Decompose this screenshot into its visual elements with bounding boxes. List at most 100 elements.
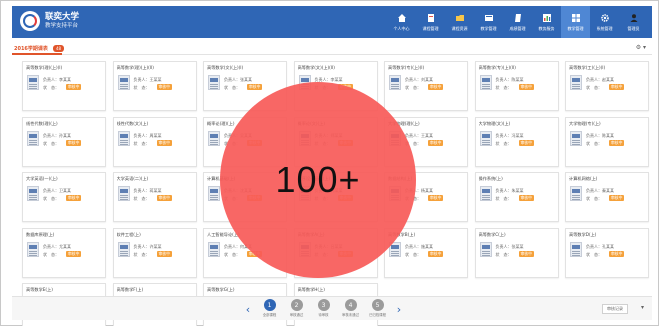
course-title[interactable]: 高等数学F(上) xyxy=(117,287,195,293)
nav-item-5[interactable]: 成绩管理 xyxy=(503,6,532,38)
status-label: 状 态： xyxy=(133,251,150,257)
nav-item-9[interactable]: 管理员 xyxy=(619,6,648,38)
course-card[interactable]: 大学物理(专)(上) 负责人：陈某某状 态： 审核中 xyxy=(565,116,649,167)
course-thumbnail xyxy=(117,241,130,257)
course-title[interactable]: 大学英语(一)(上) xyxy=(26,176,104,182)
chevron-down-icon[interactable]: ▾ xyxy=(641,304,644,311)
next-page-button[interactable]: › xyxy=(391,301,407,317)
course-card[interactable]: 操作系统(上) 负责人：朱某某状 态： 审核中 xyxy=(474,172,559,222)
course-owner: 负责人：朱某某 xyxy=(495,188,524,193)
nav-item-8[interactable]: 系统管理 xyxy=(590,6,619,38)
nav-item-6[interactable]: 教务服务 xyxy=(532,6,561,38)
course-title[interactable]: 计算机网络(上) xyxy=(569,176,647,182)
nav-item-4[interactable]: 教学管理 xyxy=(474,6,503,38)
course-card[interactable]: 线性代数(理)(上) 负责人：孙某某状 态： 审核中 xyxy=(22,116,106,167)
course-card[interactable]: 大学英语(一)(上) 负责人：卫某某状 态： 审核中 xyxy=(22,172,106,222)
tab-count-badge: 48 xyxy=(53,45,65,52)
course-card[interactable]: 数据库原理(上) 负责人：尤某某状 态： 审核中 xyxy=(22,227,106,278)
page-step-3[interactable]: 3 待审核 xyxy=(310,299,337,317)
status-badge: 审核中 xyxy=(66,139,82,146)
home-icon xyxy=(397,13,407,23)
course-title[interactable]: 大学物理(文)(上) xyxy=(479,121,557,127)
nav-item-3[interactable]: 课程资源 xyxy=(445,6,474,38)
status-label: 状 态： xyxy=(495,140,512,146)
course-title[interactable]: 高等数学H(上) xyxy=(298,287,376,293)
tab-current-term[interactable]: 2016学期课表 xyxy=(14,45,48,52)
course-thumbnail xyxy=(389,75,401,90)
filter-button[interactable]: 审核记录 xyxy=(602,304,628,314)
status-label: 状 态： xyxy=(586,196,602,201)
course-title[interactable]: 高等数学(工)(上)(I) xyxy=(569,65,647,71)
previous-page-button[interactable]: ‹ xyxy=(240,301,256,317)
course-title[interactable]: 高等数学G(上) xyxy=(207,287,285,293)
course-owner: 负责人：王某某 xyxy=(133,77,162,82)
page-step-1[interactable]: 1 全部课程 xyxy=(256,299,283,317)
status-label: 状 态： xyxy=(586,140,602,146)
page-step-2[interactable]: 2 审核通过 xyxy=(283,299,310,317)
course-title[interactable]: 软件工程(上) xyxy=(117,232,195,238)
course-title[interactable]: 高等数学(专)(上)(I) xyxy=(388,65,466,71)
board-icon xyxy=(484,13,494,23)
page-label: 审核通过 xyxy=(289,313,304,317)
course-card[interactable]: 高等数学(工)(上)(I) 负责人：赵某某状 态： 审核中 xyxy=(565,61,649,111)
page-label: 待审核 xyxy=(318,313,329,317)
course-card[interactable]: 计算机网络(上) 负责人：秦某某状 态： 审核中 xyxy=(565,172,649,222)
course-card[interactable]: 线性代数(文)(上) 负责人：周某某状 态： 审核中 xyxy=(112,116,197,167)
nav-item-1[interactable]: 个人中心 xyxy=(387,6,416,38)
status-badge: 审核中 xyxy=(66,250,82,257)
course-card[interactable]: 大学英语(二)(上) 负责人：蒋某某状 态： 审核中 xyxy=(112,172,197,222)
course-owner: 负责人：周某某 xyxy=(133,132,162,138)
course-title[interactable]: 高等数学E(上) xyxy=(26,287,104,293)
status-label: 状 态： xyxy=(405,85,421,90)
course-title[interactable]: 高等数学D(上) xyxy=(569,232,647,238)
course-card[interactable]: 高等数学(专)(上)(I) 负责人：刘某某状 态： 审核中 xyxy=(384,61,468,111)
course-card[interactable]: 高等数学(专)(上)(II) 负责人：陈某某状 态： 审核中 xyxy=(474,61,559,111)
course-title[interactable]: 操作系统(上) xyxy=(479,176,557,182)
brand[interactable]: 联奕大学 教学支持平台 xyxy=(20,11,79,31)
nav-item-label: 课程管理 xyxy=(422,25,439,31)
course-owner: 负责人：孔某某 xyxy=(586,243,614,249)
app-header: 联奕大学 教学支持平台 个人中心 课程管理 课程资源 教学管理 成绩管理 教务服务 教学管理… xyxy=(12,6,652,38)
nav-item-7[interactable]: 教学管理 xyxy=(561,6,590,38)
status-badge: 审核中 xyxy=(156,250,172,257)
page-number: 3 xyxy=(317,299,330,311)
document-icon xyxy=(513,13,523,23)
page-step-4[interactable]: 4 审核未通过 xyxy=(337,299,364,317)
course-thumbnail xyxy=(117,186,130,201)
course-title[interactable]: 高等数学(专)(上)(II) xyxy=(479,65,557,71)
course-card[interactable]: 软件工程(上) 负责人：许某某状 态： 审核中 xyxy=(112,227,197,278)
course-title[interactable]: 数据库原理(上) xyxy=(26,232,104,238)
page-number: 4 xyxy=(344,299,357,311)
course-owner: 负责人：张某某 xyxy=(495,243,524,249)
course-card[interactable]: 高等数学C(上) 负责人：张某某状 态： 审核中 xyxy=(474,227,559,278)
course-card[interactable]: 高等数学(理)(上)(I) 负责人：李某某状 态： 审核中 xyxy=(22,61,106,111)
course-card[interactable]: 高等数学(理)(上)(II) 负责人：王某某状 态： 审核中 xyxy=(112,61,197,111)
course-thumbnail xyxy=(570,241,582,257)
course-thumbnail xyxy=(208,186,220,201)
status-label: 状 态： xyxy=(586,251,602,257)
course-title[interactable]: 高等数学(文)(上)(II) xyxy=(298,65,376,71)
course-title[interactable]: 高等数学(理)(上)(I) xyxy=(26,65,104,71)
status-badge: 审核中 xyxy=(609,250,625,257)
course-title[interactable]: 线性代数(文)(上) xyxy=(117,121,195,127)
status-label: 状 态： xyxy=(133,196,150,201)
course-title[interactable]: 高等数学(文)(上)(I) xyxy=(207,65,285,71)
course-card[interactable]: 高等数学D(上) 负责人：孔某某状 态： 审核中 xyxy=(565,227,649,278)
nav-item-2[interactable]: 课程管理 xyxy=(416,6,445,38)
gear-icon xyxy=(600,13,610,23)
nav-item-label: 课程资源 xyxy=(451,25,468,31)
course-owner: 负责人：陈某某 xyxy=(495,77,524,82)
course-title[interactable]: 大学物理(专)(上) xyxy=(569,121,647,127)
course-title[interactable]: 高等数学C(上) xyxy=(479,232,557,238)
course-title[interactable]: 高等数学(理)(上)(II) xyxy=(117,65,195,71)
course-title[interactable]: 大学英语(二)(上) xyxy=(117,176,195,182)
status-badge: 审核中 xyxy=(156,139,172,146)
course-owner: 负责人：尤某某 xyxy=(43,243,71,249)
status-badge: 审核中 xyxy=(66,84,82,90)
settings-menu-button[interactable]: ⚙ ▾ xyxy=(636,44,646,51)
course-title[interactable]: 线性代数(理)(上) xyxy=(26,121,104,127)
status-badge: 审核中 xyxy=(428,139,444,146)
page-step-5[interactable]: 5 已归档课程 xyxy=(364,299,391,317)
page-label: 全部课程 xyxy=(262,313,277,317)
course-card[interactable]: 大学物理(文)(上) 负责人：冯某某状 态： 审核中 xyxy=(474,116,559,167)
